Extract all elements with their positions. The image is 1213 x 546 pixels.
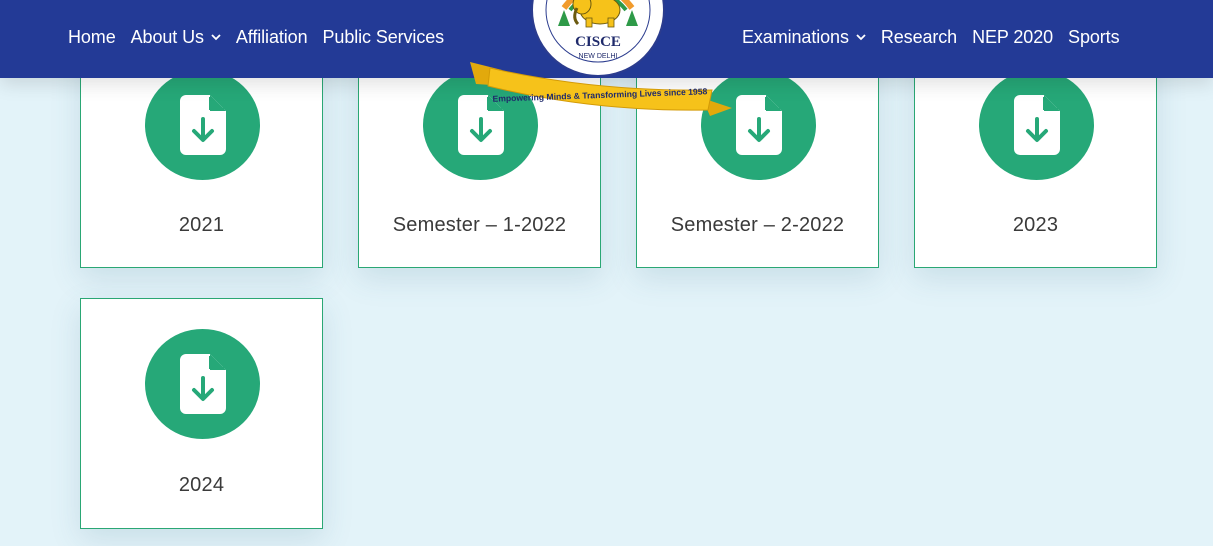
nav-sports[interactable]: Sports <box>1068 26 1120 48</box>
card-label: Semester – 1-2022 <box>392 214 567 236</box>
chevron-down-icon <box>211 34 221 41</box>
nav-sports-label: Sports <box>1068 26 1120 47</box>
logo-name: CISCE <box>575 34 621 50</box>
nav-research-label: Research <box>880 26 958 47</box>
nav-examinations-label: Examinations <box>742 26 849 47</box>
file-download-icon <box>179 95 226 155</box>
download-card-2024[interactable]: 2024 <box>80 298 323 529</box>
download-circle <box>145 329 260 439</box>
card-label: 2024 <box>178 474 225 496</box>
nav-about-us-label: About Us <box>130 26 204 47</box>
nav-right-group: Examinations Research NEP 2020 Sports <box>742 0 1134 74</box>
cisce-logo[interactable]: CISCE NEW DELHI Empowering Minds & Trans… <box>466 0 736 126</box>
nav-home[interactable]: Home <box>68 27 116 48</box>
nav-public-services-label: Public Services <box>322 26 445 47</box>
nav-public-services[interactable]: Public Services <box>323 27 445 48</box>
tagline-ribbon: Empowering Minds & Transforming Lives si… <box>470 62 732 116</box>
card-label: 2023 <box>1012 214 1059 236</box>
nav-about-us[interactable]: About Us <box>131 27 221 48</box>
nav-research[interactable]: Research <box>881 27 957 48</box>
nav-examinations[interactable]: Examinations <box>742 27 866 48</box>
download-circle <box>979 70 1094 180</box>
file-download-icon <box>179 354 226 414</box>
file-download-icon <box>735 95 782 155</box>
nav-affiliation-label: Affiliation <box>235 26 308 47</box>
nav-affiliation[interactable]: Affiliation <box>236 27 308 48</box>
nav-nep-2020-label: NEP 2020 <box>972 26 1054 47</box>
nav-left-group: Home About Us Affiliation Public Service… <box>68 0 459 74</box>
nav-nep-2020[interactable]: NEP 2020 <box>972 27 1053 48</box>
nav-home-label: Home <box>68 26 116 47</box>
file-download-icon <box>1013 95 1060 155</box>
chevron-down-icon <box>856 34 866 41</box>
download-circle <box>145 70 260 180</box>
card-label: Semester – 2-2022 <box>670 214 845 236</box>
card-label: 2021 <box>178 214 225 236</box>
